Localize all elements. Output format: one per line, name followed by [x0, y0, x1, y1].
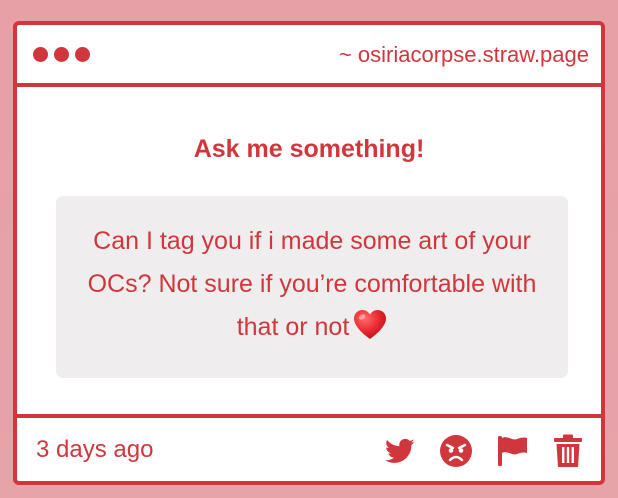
page-url: ~ osiriacorpse.straw.page	[338, 42, 589, 67]
card-footer: 3 days ago	[17, 414, 601, 481]
window-dot-1	[33, 47, 48, 62]
ask-content: Ask me something! Can I tag you if i mad…	[17, 87, 601, 414]
timestamp: 3 days ago	[36, 436, 154, 463]
action-bar	[381, 432, 587, 470]
twitter-icon[interactable]	[381, 432, 419, 470]
red-heart-icon	[353, 309, 387, 355]
window-dot-3	[75, 47, 90, 62]
window-titlebar: ~ osiriacorpse.straw.page	[17, 25, 601, 87]
window-dot-2	[54, 47, 69, 62]
ask-card-window: ~ osiriacorpse.straw.page Ask me somethi…	[13, 21, 605, 485]
trash-icon[interactable]	[549, 432, 587, 470]
ask-heading: Ask me something!	[193, 135, 425, 163]
question-bubble: Can I tag you if i made some art of your…	[56, 196, 568, 378]
flag-icon[interactable]	[493, 432, 531, 470]
question-text-wrap: Can I tag you if i made some art of your…	[80, 220, 544, 355]
window-controls	[33, 47, 90, 62]
angry-face-icon[interactable]	[437, 432, 475, 470]
question-text: Can I tag you if i made some art of your…	[87, 226, 537, 341]
